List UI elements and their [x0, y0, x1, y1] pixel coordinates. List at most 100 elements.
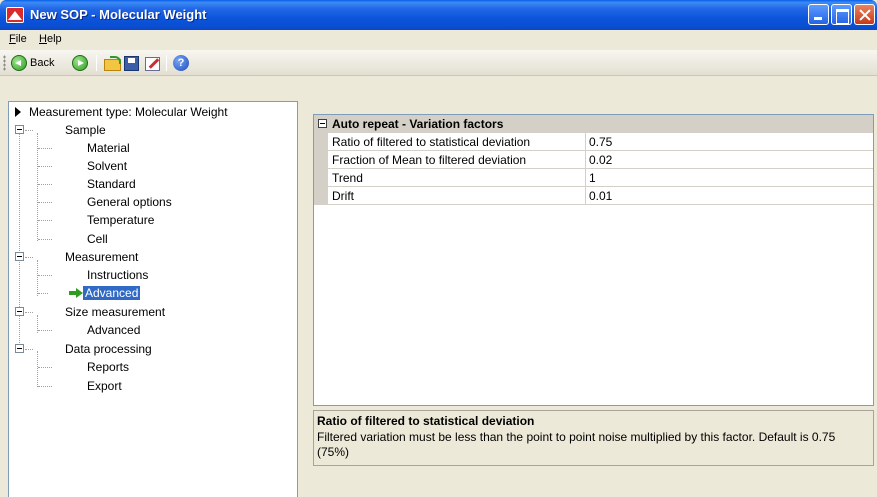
tree-item-general-options[interactable]: General options: [85, 193, 174, 211]
edit-button[interactable]: [144, 54, 161, 72]
help-button[interactable]: ?: [173, 54, 189, 72]
menu-bar: File Help: [0, 30, 877, 50]
description-pane: Ratio of filtered to statistical deviati…: [313, 410, 874, 466]
property-value[interactable]: 0.01: [589, 189, 612, 203]
property-value[interactable]: 1: [589, 171, 596, 185]
tree-item-size-advanced[interactable]: Advanced: [85, 321, 142, 339]
property-grid[interactable]: Auto repeat - Variation factors Ratio of…: [313, 114, 874, 406]
tree-connector: [37, 260, 38, 296]
help-icon: ?: [173, 55, 189, 71]
tree-connector: [25, 257, 33, 258]
tree-item-label: Measurement: [65, 250, 139, 264]
tree-item-label: Cell: [87, 232, 108, 246]
tree-connector: [37, 133, 38, 241]
tree-connector: [25, 312, 33, 313]
tree-connector: [38, 148, 52, 149]
column-divider[interactable]: [585, 133, 586, 151]
tree-connector: [38, 184, 52, 185]
menu-help[interactable]: Help: [39, 33, 62, 45]
navigation-tree[interactable]: Measurement type: Molecular Weight Sampl…: [8, 101, 298, 497]
column-divider[interactable]: [585, 187, 586, 205]
category-row[interactable]: Auto repeat - Variation factors: [314, 115, 873, 133]
row-gutter: [314, 151, 328, 169]
tree-connector: [38, 386, 52, 387]
toolbar-grip[interactable]: [3, 55, 6, 71]
close-button[interactable]: [854, 4, 875, 25]
collapse-size-measurement-icon[interactable]: [15, 307, 24, 316]
tree-item-temperature[interactable]: Temperature: [85, 211, 156, 229]
back-button[interactable]: Back: [11, 54, 54, 72]
property-name: Ratio of filtered to statistical deviati…: [332, 135, 531, 149]
tree-item-data-processing[interactable]: Data processing: [63, 340, 154, 358]
tree-connector: [37, 351, 38, 387]
tree-item-instructions[interactable]: Instructions: [85, 266, 150, 284]
tree-item-label: Solvent: [87, 159, 128, 173]
tree-item-label: Size measurement: [65, 305, 166, 319]
back-label: Back: [30, 57, 55, 69]
description-text: Filtered variation must be less than the…: [317, 430, 836, 459]
row-gutter: [314, 187, 328, 205]
save-button[interactable]: [124, 54, 139, 72]
tree-root-label: Measurement type: Molecular Weight: [29, 105, 228, 119]
tree-item-cell[interactable]: Cell: [85, 230, 110, 248]
tree-item-material[interactable]: Material: [85, 139, 132, 157]
maximize-button[interactable]: [831, 4, 852, 25]
tree-root-item[interactable]: Measurement type: Molecular Weight: [27, 103, 230, 121]
collapse-data-processing-icon[interactable]: [15, 344, 24, 353]
menu-file[interactable]: File: [9, 33, 27, 45]
toolbar-separator: [166, 55, 167, 71]
tree-item-label: General options: [87, 195, 172, 209]
property-row[interactable]: Fraction of Mean to filtered deviation 0…: [314, 151, 873, 169]
tree-item-solvent[interactable]: Solvent: [85, 157, 129, 175]
toolbar-separator: [96, 55, 97, 71]
tree-item-label: Temperature: [87, 213, 155, 227]
pane-splitter[interactable]: [298, 101, 306, 497]
column-divider[interactable]: [585, 169, 586, 187]
row-gutter: [314, 133, 328, 151]
back-arrow-icon: [11, 55, 27, 71]
root-arrow-icon: [15, 107, 21, 117]
tree-item-label: Advanced: [87, 323, 141, 337]
tree-item-label: Sample: [65, 123, 106, 137]
property-row[interactable]: Drift 0.01: [314, 187, 873, 205]
collapse-measurement-icon[interactable]: [15, 252, 24, 261]
tree-item-label: Data processing: [65, 342, 152, 356]
minimize-button[interactable]: [808, 4, 829, 25]
property-row[interactable]: Ratio of filtered to statistical deviati…: [314, 133, 873, 151]
tree-item-export[interactable]: Export: [85, 377, 124, 395]
tree-item-label: Standard: [87, 177, 136, 191]
tree-item-standard[interactable]: Standard: [85, 175, 138, 193]
tree-item-label: Material: [87, 141, 130, 155]
save-icon: [124, 55, 139, 71]
menu-help-mnemonic: H: [39, 33, 47, 45]
collapse-sample-icon[interactable]: [15, 125, 24, 134]
property-value[interactable]: 0.02: [589, 153, 612, 167]
tree-item-size-measurement[interactable]: Size measurement: [63, 303, 167, 321]
menu-help-label: elp: [46, 33, 62, 45]
property-row[interactable]: Trend 1: [314, 169, 873, 187]
forward-button[interactable]: [72, 54, 88, 72]
open-button[interactable]: [104, 54, 121, 72]
tree-item-measurement-advanced[interactable]: Advanced: [83, 284, 141, 302]
sop-window: New SOP - Molecular Weight File Help Bac…: [0, 0, 877, 497]
tree-item-reports[interactable]: Reports: [85, 358, 131, 376]
tree-connector: [19, 133, 20, 349]
menu-file-label: ile: [15, 33, 27, 45]
tree-connector: [38, 239, 52, 240]
tree-item-sample[interactable]: Sample: [63, 121, 108, 139]
row-gutter: [314, 169, 328, 187]
collapse-category-icon[interactable]: [318, 119, 327, 128]
toolbar: Back ?: [0, 50, 877, 76]
forward-arrow-icon: [72, 55, 88, 71]
open-folder-icon: [104, 56, 121, 71]
property-value[interactable]: 0.75: [589, 135, 612, 149]
tree-item-label: Advanced: [83, 286, 141, 300]
tree-connector: [38, 202, 52, 203]
tree-item-measurement[interactable]: Measurement: [63, 248, 140, 266]
tree-connector: [38, 220, 52, 221]
window-title: New SOP - Molecular Weight: [30, 7, 207, 22]
column-divider[interactable]: [585, 151, 586, 169]
title-bar[interactable]: New SOP - Molecular Weight: [0, 0, 877, 30]
tree-connector: [38, 275, 52, 276]
tree-item-label: Reports: [87, 360, 130, 374]
